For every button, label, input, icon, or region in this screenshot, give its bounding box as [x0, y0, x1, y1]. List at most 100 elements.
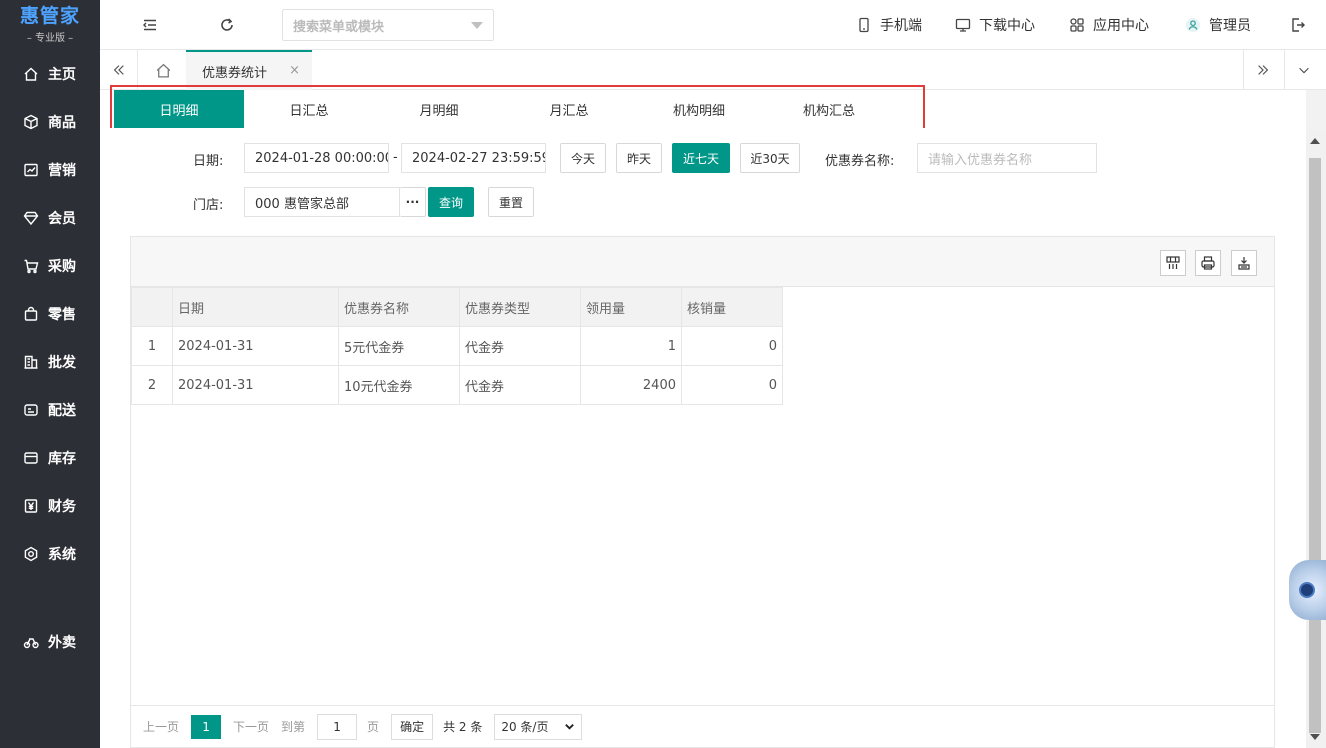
store-picker-button[interactable]: ··· [400, 187, 426, 217]
menu-collapse-icon[interactable] [140, 15, 160, 35]
last-7-days-button[interactable]: 近七天 [672, 143, 730, 173]
coupon-table: 日期 优惠券名称 优惠券类型 领用量 核销量 1 2024-01-31 5元代金… [131, 287, 783, 405]
reset-button[interactable]: 重置 [488, 187, 534, 217]
store-input[interactable]: 000 惠管家总部 [244, 187, 400, 217]
scroll-up-icon[interactable] [1310, 138, 1320, 144]
column-header-date[interactable]: 日期 [172, 287, 339, 327]
assistant-robot-icon[interactable] [1289, 560, 1326, 620]
date-end-input[interactable]: 2024-02-27 23:59:59 [401, 143, 546, 173]
sidebar-item-goods[interactable]: 商品 [0, 102, 100, 142]
sidebar-item-marketing[interactable]: 营销 [0, 150, 100, 190]
goto-confirm-button[interactable]: 确定 [391, 713, 434, 740]
chart-icon [22, 161, 40, 179]
date-separator: - [393, 150, 398, 165]
close-icon[interactable]: × [289, 63, 300, 78]
filter-panel: 日期: 2024-01-28 00:00:00 - 2024-02-27 23:… [100, 128, 1306, 226]
sidebar-item-finance[interactable]: 财务 [0, 486, 100, 526]
apps-icon [1070, 18, 1084, 32]
table-row[interactable]: 2 2024-01-31 10元代金券 代金券 2400 0 [131, 365, 783, 405]
page-scrollbar[interactable] [1306, 130, 1326, 748]
date-start-input[interactable]: 2024-01-28 00:00:00 [244, 143, 389, 173]
user-icon [1186, 18, 1200, 32]
user-menu[interactable]: 管理员 [1185, 15, 1251, 35]
column-header-received[interactable]: 领用量 [580, 287, 682, 327]
page-unit-label: 页 [367, 720, 380, 734]
subtab-monthly-detail[interactable]: 月明细 [374, 90, 504, 128]
app-center-link[interactable]: 应用中心 [1069, 15, 1149, 35]
data-table-card: 日期 优惠券名称 优惠券类型 领用量 核销量 1 2024-01-31 5元代金… [130, 236, 1275, 748]
table-toolbar [131, 237, 1274, 287]
subtab-org-summary[interactable]: 机构汇总 [764, 90, 894, 128]
sidebar-item-label: 采购 [48, 259, 76, 275]
assistant-eye [1299, 582, 1315, 598]
prev-page-button[interactable]: 上一页 [143, 718, 179, 735]
today-button[interactable]: 今天 [560, 143, 606, 173]
tab-scroll-left-icon[interactable] [100, 50, 138, 90]
sidebar-item-delivery[interactable]: 配送 [0, 390, 100, 430]
subtab-daily-summary[interactable]: 日汇总 [244, 90, 374, 128]
logo: 惠管家 – 专业版 – [0, 0, 100, 48]
tab-coupon-statistics[interactable]: 优惠券统计 × [186, 50, 312, 90]
sidebar-item-wholesale[interactable]: 批发 [0, 342, 100, 382]
date-label: 日期: [193, 154, 224, 169]
home-tab-icon[interactable] [144, 50, 182, 90]
logout-icon[interactable] [1288, 15, 1308, 35]
coupon-name-input[interactable]: 请输入优惠券名称 [917, 143, 1097, 173]
sidebar-item-label: 批发 [48, 355, 76, 371]
current-page-button[interactable]: 1 [191, 714, 222, 739]
sidebar-item-purchase[interactable]: 采购 [0, 246, 100, 286]
subtab-daily-detail[interactable]: 日明细 [114, 90, 244, 128]
sidebar: 惠管家 – 专业版 – 主页 商品 营销 会员 采购 零售 批发 配送 库存 财… [0, 0, 100, 748]
table-header-row: 日期 优惠券名称 优惠券类型 领用量 核销量 [131, 287, 783, 327]
phone-icon [859, 17, 869, 33]
sidebar-item-label: 库存 [48, 451, 76, 467]
sidebar-item-retail[interactable]: 零售 [0, 294, 100, 334]
bike-icon [22, 633, 40, 651]
column-header-coupon-type[interactable]: 优惠券类型 [459, 287, 581, 327]
next-page-button[interactable]: 下一页 [233, 718, 269, 735]
tab-scroll-right-icon[interactable] [1243, 50, 1281, 90]
column-header-coupon-name[interactable]: 优惠券名称 [338, 287, 460, 327]
gear-icon [22, 545, 40, 563]
download-center-link[interactable]: 下载中心 [955, 15, 1035, 35]
tab-menu-chevron-down-icon[interactable] [1284, 50, 1322, 90]
columns-filter-icon[interactable] [1160, 250, 1186, 276]
home-icon [22, 65, 40, 83]
page-size-select[interactable]: 20 条/页 [494, 713, 583, 740]
user-name: 管理员 [1209, 18, 1251, 34]
sidebar-item-label: 零售 [48, 307, 76, 323]
chevron-down-icon [471, 22, 483, 29]
column-header-redeemed[interactable]: 核销量 [681, 287, 783, 327]
refresh-icon[interactable] [217, 15, 237, 35]
sidebar-item-inventory[interactable]: 库存 [0, 438, 100, 478]
goto-label: 到第 [281, 720, 306, 734]
scrollbar-thumb[interactable] [1309, 158, 1321, 733]
export-icon[interactable] [1231, 250, 1257, 276]
last-30-days-button[interactable]: 近30天 [740, 143, 800, 173]
scroll-down-icon[interactable] [1310, 734, 1320, 740]
sidebar-item-member[interactable]: 会员 [0, 198, 100, 238]
sidebar-item-system[interactable]: 系统 [0, 534, 100, 574]
cell-received: 1 [580, 326, 682, 366]
cell-coupon-type: 代金券 [459, 326, 581, 366]
tab-bar: 优惠券统计 × [100, 50, 1326, 90]
sidebar-item-label: 主页 [48, 67, 76, 83]
bag-icon [22, 305, 40, 323]
cell-date: 2024-01-31 [172, 326, 339, 366]
index-column-header [131, 287, 173, 327]
sidebar-item-label: 财务 [48, 499, 76, 515]
cart-icon [22, 257, 40, 275]
query-button[interactable]: 查询 [428, 187, 474, 217]
sidebar-item-takeout[interactable]: 外卖 [0, 622, 100, 662]
yesterday-button[interactable]: 昨天 [616, 143, 662, 173]
goto-page-input[interactable]: 1 [317, 713, 358, 740]
subtab-org-detail[interactable]: 机构明细 [634, 90, 764, 128]
sidebar-item-label: 营销 [48, 163, 76, 179]
subtab-monthly-summary[interactable]: 月汇总 [504, 90, 634, 128]
mobile-link[interactable]: 手机端 [856, 15, 922, 35]
menu-search-input[interactable]: 搜索菜单或模块 [282, 9, 494, 41]
page-size-value: 20 条/页 [501, 720, 549, 734]
print-icon[interactable] [1195, 250, 1221, 276]
table-row[interactable]: 1 2024-01-31 5元代金券 代金券 1 0 [131, 326, 783, 366]
sidebar-item-home[interactable]: 主页 [0, 54, 100, 94]
